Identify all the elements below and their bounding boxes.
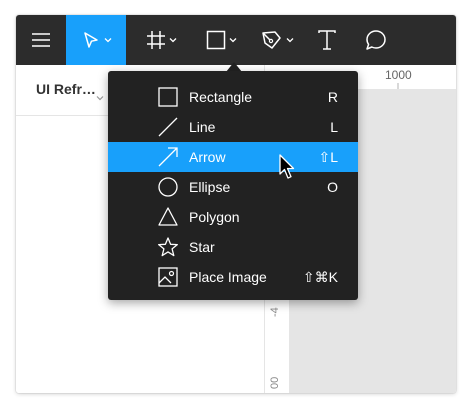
menu-item-ellipse[interactable]: Ellipse O	[108, 172, 358, 202]
menu-item-rectangle[interactable]: Rectangle R	[108, 82, 358, 112]
frame-tool-button[interactable]	[136, 15, 186, 65]
menu-item-place-image[interactable]: Place Image ⇧⌘K	[108, 262, 358, 292]
image-icon	[158, 267, 178, 287]
ruler-tick-label: -4	[269, 307, 281, 317]
chevron-down-icon	[96, 88, 104, 106]
menu-item-shortcut: ⇧⌘K	[302, 269, 338, 285]
move-arrow-icon	[83, 32, 98, 48]
menu-item-shortcut: O	[327, 179, 338, 195]
rectangle-icon	[206, 30, 225, 50]
menu-item-line[interactable]: Line L	[108, 112, 358, 142]
arrow-icon	[158, 147, 178, 167]
comment-icon	[366, 30, 386, 50]
main-menu-button[interactable]	[16, 15, 66, 65]
ruler-tick-label: 00	[269, 376, 281, 389]
ellipse-icon	[158, 177, 178, 197]
move-tool-button[interactable]	[66, 15, 126, 65]
shape-tools-menu: Rectangle R Line L Arrow ⇧L Ellipse O Po…	[108, 71, 358, 300]
chevron-down-icon	[286, 37, 294, 43]
toolbar	[16, 15, 456, 65]
pen-tool-button[interactable]	[252, 15, 302, 65]
menu-item-label: Place Image	[189, 269, 267, 285]
menu-item-label: Rectangle	[189, 89, 253, 105]
comment-tool-button[interactable]	[360, 15, 392, 65]
chevron-down-icon	[229, 37, 237, 43]
frame-icon	[146, 31, 165, 49]
mouse-cursor-icon	[279, 154, 295, 179]
text-icon	[318, 30, 336, 50]
menu-item-label: Line	[189, 119, 216, 135]
chevron-down-icon	[104, 37, 112, 43]
rectangle-icon	[158, 87, 178, 107]
chevron-down-icon	[169, 37, 177, 43]
menu-item-arrow[interactable]: Arrow ⇧L	[108, 142, 358, 172]
menu-item-label: Polygon	[189, 209, 240, 225]
star-icon	[158, 237, 178, 257]
menu-item-label: Star	[189, 239, 215, 255]
line-icon	[158, 117, 178, 137]
polygon-icon	[158, 207, 178, 226]
menu-item-star[interactable]: Star	[108, 232, 358, 262]
menu-item-polygon[interactable]: Polygon	[108, 202, 358, 232]
hamburger-icon	[32, 33, 50, 47]
menu-item-shortcut: ⇧L	[318, 149, 338, 165]
ruler-tick-label: 1000	[385, 68, 412, 82]
menu-item-label: Ellipse	[189, 179, 231, 195]
menu-item-label: Arrow	[189, 149, 226, 165]
menu-item-shortcut: R	[327, 89, 338, 105]
shape-tool-button[interactable]	[196, 15, 246, 65]
pen-icon	[261, 31, 281, 49]
text-tool-button[interactable]	[312, 15, 342, 65]
page-name: UI Refr…	[36, 81, 96, 97]
menu-item-shortcut: L	[330, 119, 338, 135]
